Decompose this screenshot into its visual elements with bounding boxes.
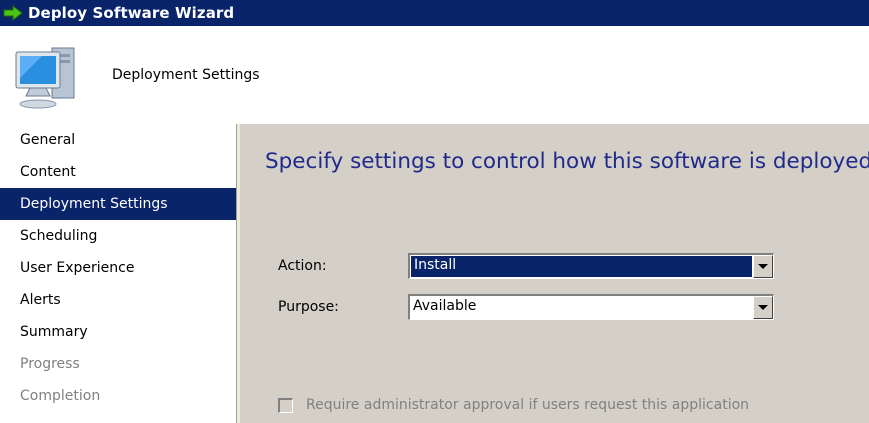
sidebar-item-alerts[interactable]: Alerts	[0, 284, 236, 316]
sidebar-item-general[interactable]: General	[0, 124, 236, 156]
sidebar-item-progress: Progress	[20, 356, 80, 372]
sidebar-item-deployment-settings[interactable]: Deployment Settings	[0, 188, 236, 220]
purpose-dropdown-button[interactable]	[753, 296, 773, 319]
approval-checkbox	[278, 397, 293, 413]
green-arrow-icon	[0, 0, 26, 26]
action-dropdown[interactable]: Install	[408, 253, 774, 279]
sidebar-item-content[interactable]: Content	[0, 156, 236, 188]
chevron-down-icon	[758, 264, 768, 269]
approval-checkbox-label: Require administrator approval if users …	[306, 397, 750, 413]
action-label: Action:	[278, 258, 327, 274]
window-title: Deploy Software Wizard	[28, 4, 235, 22]
chevron-down-icon	[758, 305, 768, 310]
action-dropdown-button[interactable]	[753, 255, 773, 278]
sidebar-item-scheduling[interactable]: Scheduling	[0, 220, 236, 252]
approval-option: Require administrator approval if users …	[278, 397, 749, 413]
title-bar[interactable]: Deploy Software Wizard	[0, 0, 869, 26]
wizard-header: Deployment Settings	[0, 26, 869, 124]
header-title: Deployment Settings	[112, 67, 260, 83]
sidebar-item-user-experience[interactable]: User Experience	[0, 252, 236, 284]
purpose-dropdown[interactable]: Available	[408, 294, 774, 320]
purpose-value: Available	[413, 298, 477, 314]
wizard-steps-sidebar: General Content Deployment Settings Sche…	[0, 124, 236, 423]
action-value: Install	[411, 256, 752, 277]
sidebar-item-completion: Completion	[20, 388, 101, 404]
main-panel: Specify settings to control how this sof…	[240, 124, 869, 423]
page-heading: Specify settings to control how this sof…	[265, 149, 869, 174]
computer-icon	[12, 42, 90, 114]
sidebar-item-summary[interactable]: Summary	[0, 316, 236, 348]
purpose-label: Purpose:	[278, 299, 339, 315]
